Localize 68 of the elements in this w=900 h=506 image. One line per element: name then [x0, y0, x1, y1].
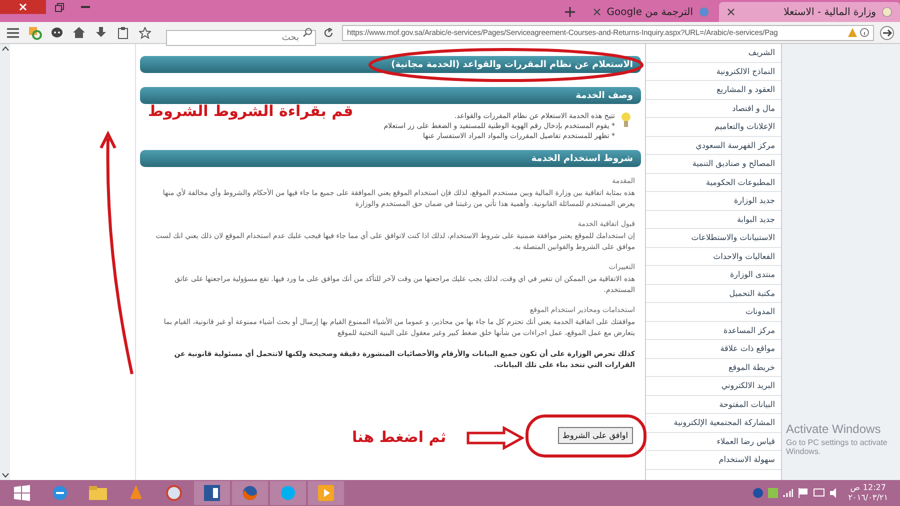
taskbar-app[interactable] [308, 481, 344, 505]
flag-icon[interactable] [798, 488, 808, 498]
folder-icon [89, 486, 107, 500]
lightbulb-icon [621, 112, 631, 128]
sidebar-link[interactable]: الاستبيانات والاستطلاعات [646, 229, 781, 248]
speech-bubble-icon [51, 26, 63, 38]
close-icon [19, 3, 27, 11]
windows-logo-icon [14, 485, 30, 501]
section-heading-bar: وصف الخدمة [140, 87, 641, 104]
sidebar-link[interactable]: المصالح و صناديق التنمية [646, 155, 781, 174]
cone-icon [129, 485, 143, 501]
sidebar-link[interactable]: خريطة الموقع [646, 358, 781, 377]
bookmark-button[interactable] [136, 24, 154, 40]
section-heading-bar: شروط استخدام الخدمة [140, 150, 641, 167]
sidebar-link[interactable]: مركز الفهرسة السعودي [646, 136, 781, 155]
close-icon[interactable] [592, 8, 601, 16]
agree-button[interactable]: اوافق على الشروط [558, 427, 633, 444]
signal-bars-icon[interactable] [783, 488, 794, 498]
sidebar-link[interactable]: مركز المساعدة [646, 322, 781, 340]
sidebar-link[interactable]: جديد الوزارة [646, 192, 781, 210]
sidebar-link[interactable]: مكتبة التحميل [646, 284, 781, 303]
clipboard-icon [118, 26, 128, 38]
taskbar-app[interactable] [194, 481, 230, 505]
browser-tab[interactable]: الترجمة من Google [584, 2, 717, 22]
sidebar-link[interactable]: قياس رضا العملاء [646, 432, 781, 451]
home-icon [73, 27, 85, 38]
pointer-arrow [466, 426, 524, 450]
play-icon [318, 485, 334, 501]
scroll-up-icon[interactable] [2, 46, 8, 51]
search-field[interactable]: بحث [166, 30, 316, 46]
restore-icon [54, 2, 64, 12]
lock-warning-icon [848, 28, 857, 37]
info-icon [860, 28, 869, 37]
annotation-text: قم بقراءة الشروط الشروط [148, 102, 354, 120]
sidebar-link[interactable]: سهولة الاستخدام [646, 451, 781, 470]
reload-icon [324, 28, 334, 38]
back-arrow-icon [880, 26, 894, 40]
minimize-icon [80, 6, 90, 8]
sidebar-link[interactable]: مواقع ذات علاقة [646, 340, 781, 358]
scrollbar[interactable] [0, 44, 10, 480]
sidebar-link[interactable]: النماذج الالكترونية [646, 62, 781, 81]
circle-app-icon [166, 485, 182, 501]
menu-icon [7, 28, 19, 38]
sidebar-link[interactable]: المدونات [646, 303, 781, 322]
activation-watermark-text: Go to PC settings to activate Windows. [786, 438, 888, 456]
sidebar-link[interactable]: الفعاليات والاحداث [646, 248, 781, 266]
sidebar-link[interactable]: جديد البوابة [646, 210, 781, 229]
sidebar-link[interactable]: الشريف [646, 44, 781, 62]
search-icon [303, 28, 312, 37]
sidebar-link[interactable]: منتدى الوزارة [646, 266, 781, 284]
back-button[interactable] [878, 24, 896, 40]
annotation-text: ثم اضغط هنا [352, 428, 446, 446]
close-button[interactable] [0, 0, 46, 14]
sidebar-link[interactable]: الإعلانات والتعاميم [646, 118, 781, 136]
sidebar-link[interactable]: البريد الالكتروني [646, 377, 781, 396]
plus-icon [564, 7, 575, 17]
sidebar-link[interactable]: مال و اقتصاد [646, 100, 781, 118]
scroll-down-icon[interactable] [2, 473, 8, 478]
sidebar-link[interactable]: المطبوعات الحكومية [646, 174, 781, 192]
download-icon [96, 27, 106, 38]
sidebar-link[interactable]: المشاركة المجتمعية الإلكترونية [646, 414, 781, 432]
sidebar-link[interactable]: البيانات المفتوحة [646, 396, 781, 414]
close-icon[interactable] [727, 8, 735, 16]
activation-watermark-title: Activate Windows [786, 422, 882, 436]
browser-tab[interactable]: وزارة المالية - الاستعلا [719, 2, 900, 22]
sidebar-link[interactable]: العقود و المشاريع [646, 81, 781, 100]
page-title-bar: الاستعلام عن نظام المقررات والقواعد (الخدمة مجانية) [140, 56, 641, 73]
star-icon [139, 26, 151, 38]
